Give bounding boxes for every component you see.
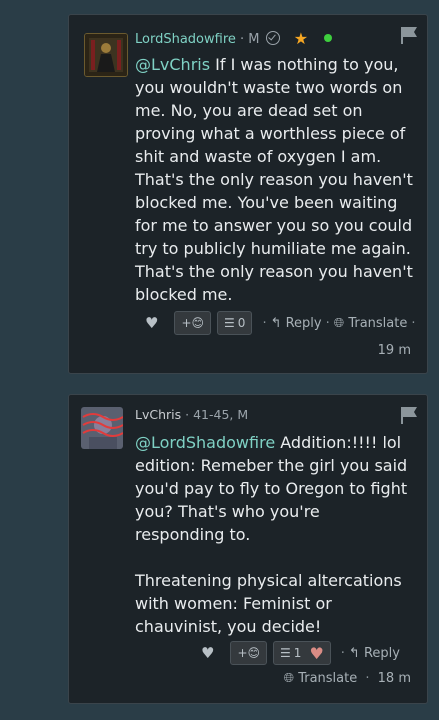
separator: · [325,315,330,331]
avatar[interactable] [84,33,128,77]
age-gender-label: · 41-45, M [185,407,249,422]
separator: · [411,315,416,331]
mention-link[interactable]: @LordShadowfire [135,433,275,452]
verified-icon [265,31,280,45]
like-heart-icon[interactable]: ♥ [201,644,214,662]
reaction-count-button[interactable]: ☰ 0 [217,311,253,335]
comment-text: @LvChris If I was nothing to you, you wo… [135,53,413,306]
mention-link[interactable]: @LvChris [135,55,210,74]
reply-button[interactable]: ↰ Reply [271,316,322,331]
reaction-count-button[interactable]: ☰ 1 ♥ [273,641,331,665]
avatar[interactable] [81,407,123,449]
action-bar: ♥ +😊 ☰ 0 · ↰ Reply · 🌐︎ Translate · [145,311,419,335]
translate-label: Translate [348,315,408,331]
add-reaction-button[interactable]: +😊 [174,311,212,335]
comment-body: If I was nothing to you, you wouldn't wa… [135,55,413,304]
separator: · [340,645,345,661]
timestamp: 18 m [377,671,411,686]
separator: · [365,671,370,686]
username[interactable]: LvChris [135,407,181,422]
add-reaction-button[interactable]: +😊 [230,641,268,665]
comment-body-paragraph: Threatening physical altercations with w… [135,571,402,636]
flag-icon[interactable] [399,25,419,45]
online-status-icon [324,34,333,42]
translate-label: Translate [298,671,358,686]
username[interactable]: LordShadowfire [135,32,236,47]
action-bar: ♥ +😊 ☰ 1 ♥ · ↰ Reply [201,641,400,665]
list-icon: ☰ [280,646,291,660]
comment-text: @LordShadowfire Addition:!!!! lol editio… [135,431,413,638]
reply-button[interactable]: ↰ Reply [349,646,400,661]
timestamp: 19 m [377,343,411,358]
translate-button[interactable]: 🌐︎ Translate [284,671,358,686]
reaction-count: 1 [293,646,302,660]
flag-icon[interactable] [399,405,419,425]
heart-reaction-icon: ♥ [309,643,324,663]
reply-label: Reply [363,645,400,661]
comment-card: LvChris · 41-45, M @LordShadowfire Addit… [68,394,428,704]
comment-card: LordShadowfire · M ★ @LvChris If I was n… [68,14,428,374]
comment-header: LordShadowfire · M ★ [135,29,333,48]
comment-header: LvChris · 41-45, M [135,407,248,422]
translate-button[interactable]: 🌐︎ Translate [334,316,408,331]
separator: · [262,315,267,331]
gender-label: · M [240,32,260,47]
list-icon: ☰ [224,316,235,330]
translate-timestamp-row: 🌐︎ Translate · 18 m [284,671,411,686]
reply-label: Reply [285,315,322,331]
like-heart-icon[interactable]: ♥ [145,314,158,332]
reaction-count: 0 [237,316,246,330]
star-icon: ★ [293,29,309,48]
